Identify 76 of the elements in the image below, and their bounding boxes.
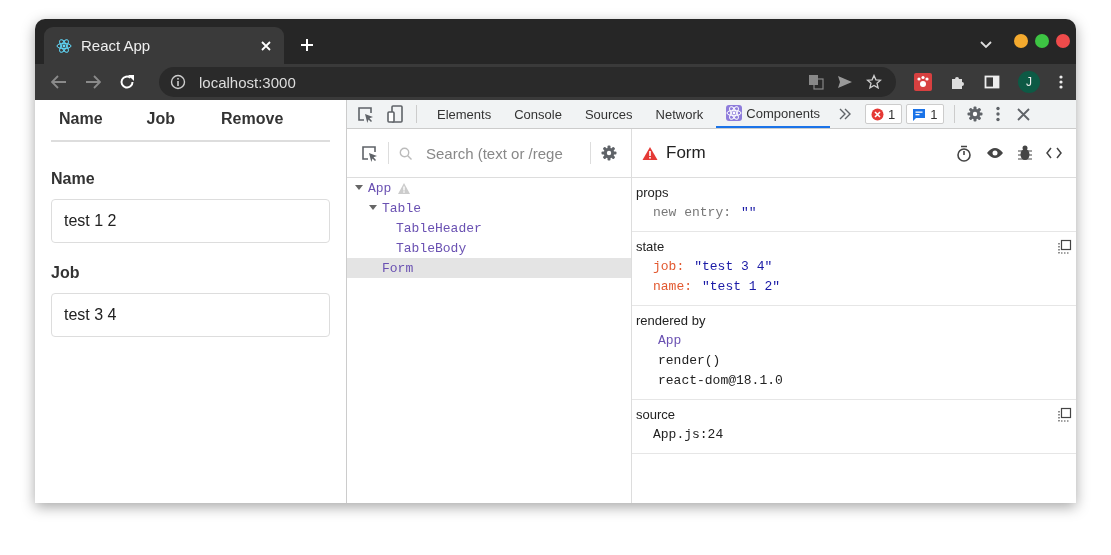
prop-value: "" — [741, 204, 757, 222]
error-icon — [871, 107, 884, 121]
component-title: Form — [666, 143, 706, 163]
menu-icon[interactable] — [1058, 74, 1064, 90]
column-header: Remove — [221, 110, 284, 128]
translate-icon[interactable] — [808, 74, 824, 90]
devtools-tab[interactable]: Sources — [574, 100, 643, 128]
star-icon[interactable] — [866, 74, 882, 90]
inspect-icon[interactable] — [361, 144, 378, 162]
eye-icon[interactable] — [986, 147, 1004, 159]
chevron-down-icon[interactable] — [979, 40, 993, 50]
inspect-icon[interactable] — [357, 105, 374, 123]
prop-value: "test 3 4" — [694, 258, 773, 276]
search-icon — [399, 146, 412, 160]
tree-item[interactable]: App — [347, 178, 631, 198]
send-icon[interactable] — [837, 75, 853, 89]
side-panel-icon[interactable] — [984, 74, 1000, 90]
minimize-button[interactable] — [1013, 33, 1029, 49]
url-text: localhost:3000 — [199, 73, 296, 91]
field-label: Job — [51, 264, 81, 282]
react-logo-icon — [56, 37, 72, 54]
stopwatch-icon[interactable] — [956, 144, 972, 162]
message-count-button[interactable]: 1 — [906, 104, 945, 124]
more-tabs-icon[interactable] — [839, 108, 851, 120]
address-bar[interactable]: localhost:3000 — [159, 67, 896, 97]
puzzle-icon[interactable] — [950, 74, 966, 90]
settings-icon[interactable] — [601, 145, 617, 161]
devtools-tab[interactable]: Network — [645, 100, 714, 128]
settings-icon[interactable] — [967, 106, 984, 122]
reload-icon[interactable] — [119, 74, 135, 90]
component-link[interactable]: App — [636, 331, 682, 351]
input-field[interactable]: test 3 4 — [51, 293, 330, 337]
more-options-icon[interactable] — [996, 106, 1001, 122]
source-text: render() — [657, 352, 721, 370]
browser-tab[interactable]: React App — [44, 27, 284, 64]
code-icon[interactable] — [1046, 147, 1062, 159]
device-icon[interactable] — [387, 105, 403, 123]
section-title: source — [636, 406, 676, 422]
maximize-button[interactable] — [1034, 33, 1050, 49]
error-count-button[interactable]: 1 — [865, 104, 903, 124]
column-header: Job — [146, 110, 176, 128]
search-field[interactable]: Search (text or /rege — [399, 143, 580, 163]
new-tab-icon[interactable] — [300, 38, 314, 52]
info-icon — [170, 74, 186, 90]
devtools-tab[interactable]: Console — [504, 100, 572, 128]
column-header: Name — [59, 110, 103, 128]
forward-icon[interactable] — [85, 75, 101, 89]
prop-key: new entry: — [653, 203, 731, 223]
profile-avatar[interactable]: J — [1018, 71, 1040, 93]
close-tab-icon[interactable] — [260, 39, 272, 52]
source-text: react-dom@18.1.0 — [657, 372, 783, 390]
tree-item[interactable]: Table — [347, 198, 631, 218]
prop-value: "test 1 2" — [702, 278, 781, 296]
section-title: state — [636, 238, 665, 254]
react-logo-icon — [726, 105, 743, 121]
tree-item[interactable]: TableHeader — [347, 218, 631, 238]
copy-icon[interactable] — [1057, 238, 1072, 254]
field-label: Name — [51, 170, 96, 188]
source-text: App.js:24 — [652, 426, 724, 444]
tree-item[interactable]: TableBody — [347, 238, 631, 258]
prop-key: job: — [653, 257, 685, 277]
message-icon — [912, 107, 927, 121]
section-title: rendered by — [636, 312, 706, 328]
bug-icon[interactable] — [1018, 145, 1032, 161]
close-window-button[interactable] — [1055, 33, 1071, 49]
caret-icon[interactable] — [355, 185, 363, 191]
back-icon[interactable] — [51, 75, 67, 89]
prop-key: name: — [653, 277, 692, 297]
input-field[interactable]: test 1 2 — [51, 199, 330, 243]
devtools-tab[interactable]: Elements — [427, 100, 502, 128]
copy-icon[interactable] — [1057, 406, 1072, 422]
close-icon[interactable] — [1017, 107, 1031, 121]
paw-extension-icon[interactable] — [914, 73, 932, 91]
section-title: props — [636, 184, 669, 200]
tree-item[interactable]: Form — [347, 258, 631, 278]
caret-icon[interactable] — [369, 205, 377, 211]
